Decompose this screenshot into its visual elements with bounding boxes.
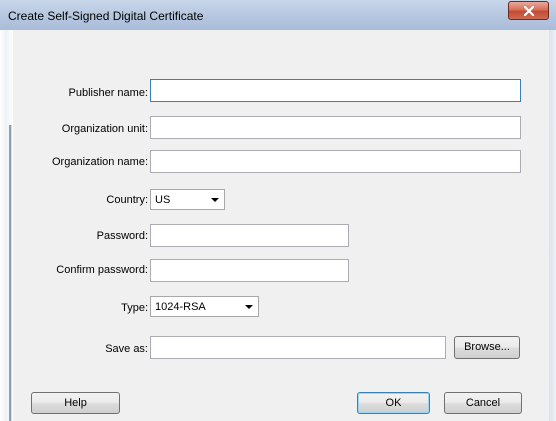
- dialog-window: Create Self-Signed Digital Certificate P…: [0, 0, 556, 421]
- window-frame-right: [549, 30, 556, 421]
- password-label: Password:: [96, 230, 148, 242]
- publisher-name-input[interactable]: [150, 79, 521, 102]
- title-bar[interactable]: Create Self-Signed Digital Certificate: [0, 0, 556, 30]
- organization-unit-input[interactable]: [150, 116, 521, 139]
- dialog-body: Publisher name: Organization unit: Organ…: [13, 30, 549, 421]
- organization-name-label: Organization name:: [52, 156, 148, 168]
- browse-button[interactable]: Browse...: [454, 336, 520, 359]
- cancel-button[interactable]: Cancel: [444, 392, 522, 414]
- type-value: 1024-RSA: [155, 301, 206, 313]
- confirm-password-input[interactable]: [150, 259, 349, 282]
- organization-unit-label: Organization unit:: [61, 123, 148, 135]
- organization-name-input[interactable]: [150, 150, 521, 173]
- password-input[interactable]: [150, 224, 349, 247]
- type-select[interactable]: 1024-RSA: [150, 296, 259, 317]
- type-label: Type:: [121, 302, 148, 314]
- save-as-label: Save as:: [105, 343, 148, 355]
- country-value: US: [155, 194, 171, 206]
- chevron-down-icon: [245, 305, 253, 309]
- country-label: Country:: [106, 194, 148, 206]
- close-icon: [523, 5, 534, 16]
- save-as-input[interactable]: [150, 336, 446, 359]
- window-title: Create Self-Signed Digital Certificate: [8, 9, 204, 23]
- help-button[interactable]: Help: [31, 392, 120, 414]
- chevron-down-icon: [211, 198, 219, 202]
- close-button[interactable]: [508, 1, 549, 20]
- confirm-password-label: Confirm password:: [56, 264, 148, 276]
- publisher-name-label: Publisher name:: [68, 87, 149, 99]
- country-select[interactable]: US: [150, 189, 225, 210]
- ok-button[interactable]: OK: [357, 392, 430, 414]
